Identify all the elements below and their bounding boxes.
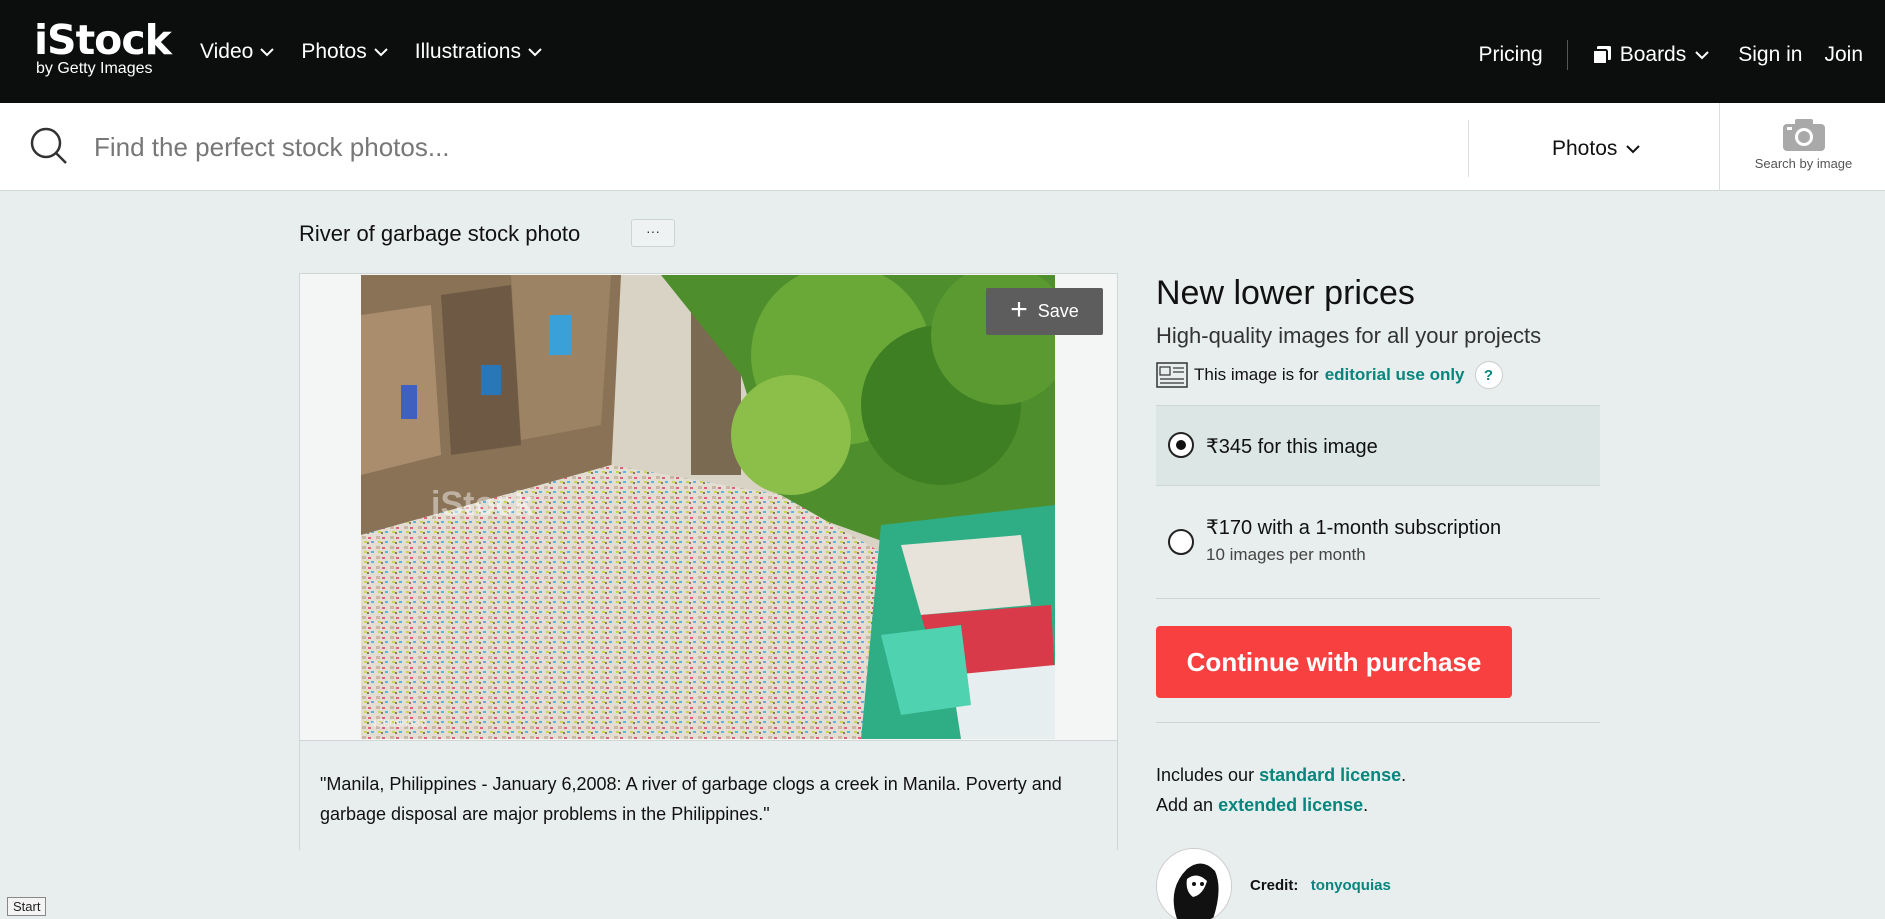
chevron-down-icon [528, 48, 542, 57]
chevron-down-icon [1626, 145, 1641, 154]
panel-subheading: High-quality images for all your project… [1156, 323, 1542, 348]
search-by-image-label: Search by image [1754, 156, 1853, 171]
boards-menu[interactable]: Boards [1591, 43, 1711, 67]
join-link[interactable]: Join [1824, 43, 1863, 67]
price-option-single-label: ₹345 for this image [1206, 436, 1378, 458]
purchase-panel: New lower prices High-quality images for… [1156, 273, 1600, 919]
istock-logo[interactable]: iStock by Getty Images [34, 16, 172, 78]
plus-icon: + [1010, 293, 1028, 326]
boards-icon [1591, 46, 1611, 65]
search-input[interactable] [94, 125, 1444, 169]
continue-purchase-button[interactable]: Continue with purchase [1156, 626, 1512, 698]
search-bar: Photos Search by image [0, 103, 1885, 191]
license-suffix: . [1363, 795, 1369, 815]
top-nav-bar: iStock by Getty Images Video Photos Illu… [0, 0, 1885, 103]
standard-license-link[interactable]: standard license [1259, 765, 1401, 785]
editorial-notice: This image is for editorial use only ? [1156, 361, 1600, 389]
panel-heading: New lower prices [1156, 274, 1415, 312]
logo-wordmark: iStock [34, 16, 172, 64]
main-nav: Video Photos Illustrations [200, 40, 543, 64]
nav-divider [1566, 40, 1568, 70]
license-info: Includes our standard license. Add an ex… [1156, 760, 1406, 820]
sign-in-link[interactable]: Sign in [1738, 43, 1802, 67]
price-option-subscription-sub: 10 images per month [1206, 545, 1366, 564]
nav-illustrations-label: Illustrations [414, 40, 521, 63]
camera-icon [1782, 119, 1825, 151]
account-nav: Pricing Boards Sign in Join [1479, 40, 1863, 70]
editorial-prefix: This image is for [1194, 365, 1319, 384]
chevron-down-icon [374, 48, 388, 57]
start-tag[interactable]: Start [7, 897, 47, 916]
price-option-subscription[interactable]: ₹170 with a 1-month subscription 10 imag… [1156, 487, 1600, 599]
image-id: 458098589 [371, 718, 426, 730]
license-prefix: Add an [1156, 795, 1214, 815]
watermark-text: iStock [431, 485, 533, 523]
avatar[interactable] [1156, 848, 1232, 919]
contributor-avatar-image [1157, 849, 1231, 919]
search-by-image-button[interactable]: Search by image [1722, 117, 1885, 171]
search-divider [1468, 120, 1469, 177]
save-button[interactable]: + Save [986, 288, 1103, 335]
more-options-button[interactable]: ··· [631, 219, 675, 247]
credit-label: Credit: [1250, 877, 1299, 894]
extended-license-link[interactable]: extended license [1218, 795, 1363, 815]
radio-unselected[interactable] [1168, 529, 1194, 555]
nav-photos[interactable]: Photos [301, 40, 388, 64]
credit-row: Credit: tonyoquias [1156, 848, 1391, 919]
logo-subtitle: by Getty Images [36, 60, 153, 77]
help-icon[interactable]: ? [1474, 361, 1503, 389]
editorial-use-link[interactable]: editorial use only [1325, 365, 1465, 385]
boards-label: Boards [1619, 43, 1687, 66]
price-option-subscription-label: ₹170 with a 1-month subscription [1206, 517, 1502, 539]
image-caption: "Manila, Philippines - January 6,2008: A… [300, 740, 1117, 850]
chevron-down-icon [1695, 51, 1709, 60]
newspaper-icon [1156, 362, 1188, 388]
license-prefix: Includes our [1156, 765, 1255, 785]
nav-video[interactable]: Video [200, 40, 275, 64]
media-type-label: Photos [1552, 137, 1618, 160]
price-option-single[interactable]: ₹345 for this image [1156, 405, 1600, 486]
save-label: Save [1037, 301, 1079, 321]
contributor-link[interactable]: tonyoquias [1311, 877, 1391, 894]
nav-video-label: Video [200, 40, 254, 63]
pricing-link[interactable]: Pricing [1479, 43, 1543, 67]
search-divider [1719, 103, 1720, 191]
image-card: iStock 458098589 + Save "Manila, Philipp… [299, 273, 1118, 850]
panel-divider [1156, 722, 1600, 723]
page-title: River of garbage stock photo [299, 221, 581, 246]
search-icon[interactable] [28, 125, 70, 167]
photo-illustration: iStock 458098589 [361, 275, 1055, 739]
chevron-down-icon [260, 48, 275, 57]
media-type-select[interactable]: Photos [1552, 137, 1641, 161]
radio-selected[interactable] [1168, 432, 1194, 458]
nav-photos-label: Photos [301, 40, 367, 63]
license-suffix: . [1401, 765, 1407, 785]
nav-illustrations[interactable]: Illustrations [415, 40, 543, 64]
stock-photo[interactable]: iStock 458098589 [361, 275, 1055, 739]
